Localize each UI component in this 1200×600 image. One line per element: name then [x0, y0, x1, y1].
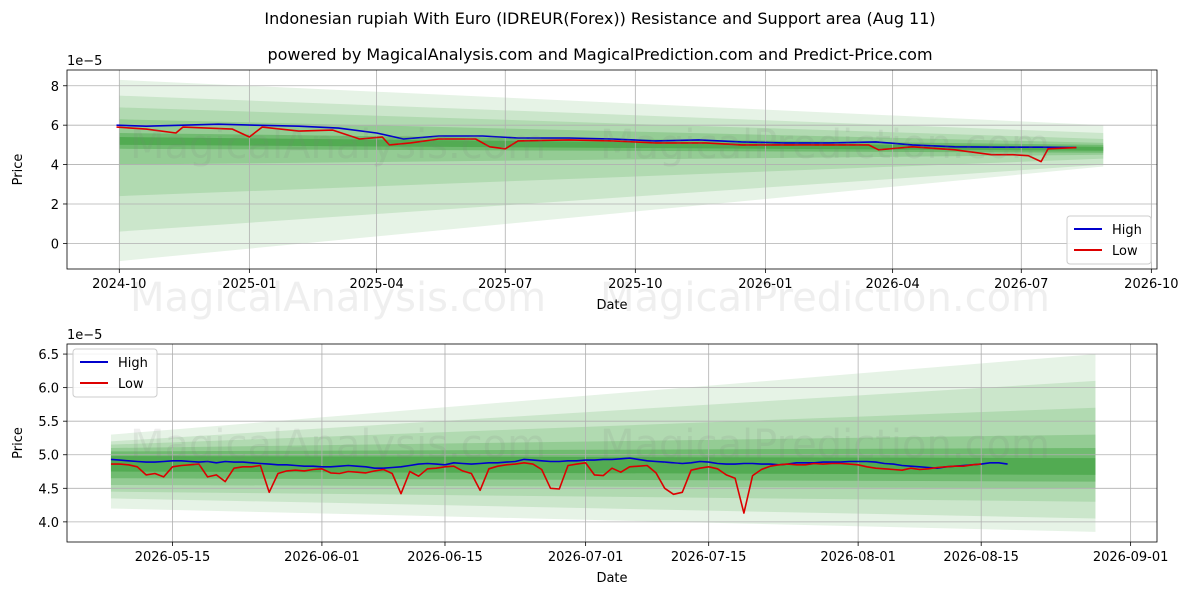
charts-canvas: 2024-10 2025-01 2025-04 2025-07 2025-10 2026-…: [11, 54, 1179, 586]
y-axis-label: Price: [11, 154, 26, 186]
legend-label-low: Low: [118, 377, 144, 392]
y-tick-label: 4: [51, 159, 59, 174]
legend-label-low: Low: [1112, 244, 1138, 259]
x-tick-label: 2026-09-01: [1093, 550, 1169, 565]
x-tick-label: 2025-04: [349, 277, 403, 292]
x-tick-label: 2025-07: [478, 277, 532, 292]
y-tick-label: 6.0: [38, 382, 59, 397]
x-tick-label: 2025-10: [608, 277, 662, 292]
y-offset-label: 1e−5: [67, 328, 102, 343]
y-offset-label: 1e−5: [67, 54, 102, 69]
y-tick-label: 5.0: [38, 449, 59, 464]
x-tick-label: 2025-01: [222, 277, 276, 292]
x-tick-label: 2026-07-01: [548, 550, 624, 565]
x-tick-label: 2024-10: [92, 277, 146, 292]
y-tick-label: 6.5: [38, 348, 59, 363]
y-tick-label: 8: [51, 80, 59, 95]
x-tick-label: 2026-05-15: [135, 550, 211, 565]
x-tick-label: 2026-08-01: [820, 550, 896, 565]
y-tick-label: 6: [51, 119, 59, 134]
x-tick-label: 2026-06-01: [284, 550, 360, 565]
y-axis-label: Price: [11, 427, 26, 459]
x-axis-label: Date: [596, 298, 627, 313]
y-tick-label: 2: [51, 198, 59, 213]
y-tick-label: 4.5: [38, 482, 59, 497]
x-tick-label: 2026-10: [1124, 277, 1178, 292]
x-tick-label: 2026-07: [994, 277, 1048, 292]
y-tick-label: 5.5: [38, 415, 59, 430]
x-tick-label: 2026-04: [865, 277, 919, 292]
legend-label-high: High: [1112, 223, 1142, 238]
x-tick-label: 2026-01: [738, 277, 792, 292]
legend-label-high: High: [118, 356, 148, 371]
y-tick-label: 4.0: [38, 516, 59, 531]
x-tick-label: 2026-08-15: [943, 550, 1019, 565]
x-axis-label: Date: [596, 571, 627, 586]
y-tick-label: 0: [51, 237, 59, 252]
x-tick-label: 2026-06-15: [407, 550, 483, 565]
x-tick-label: 2026-07-15: [671, 550, 747, 565]
